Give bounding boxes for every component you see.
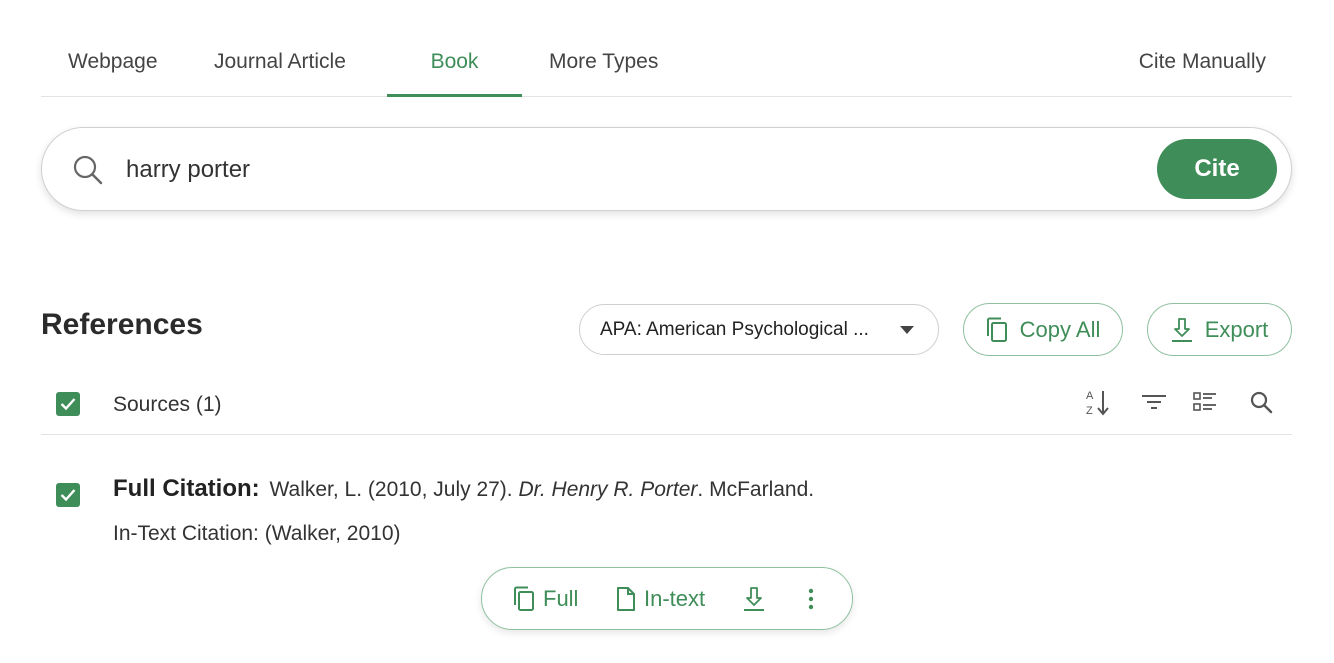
full-citation-prefix: Walker, L. (2010, July 27).	[263, 478, 519, 501]
citation-style-value: APA: American Psychological ...	[600, 318, 869, 340]
export-label: Export	[1204, 316, 1269, 342]
download-icon	[1171, 317, 1192, 342]
download-citation-button[interactable]	[743, 568, 765, 629]
full-citation-title: Dr. Henry R. Porter	[518, 478, 698, 501]
copy-icon	[514, 586, 534, 611]
full-citation-text: Full Citation: Walker, L. (2010, July 27…	[113, 475, 814, 503]
citation-checkbox[interactable]	[56, 483, 80, 507]
tab-webpage[interactable]: Webpage	[68, 28, 158, 96]
citation-style-select[interactable]: APA: American Psychological ...	[579, 304, 939, 355]
search-bar: Cite	[41, 127, 1292, 211]
tab-journal-article[interactable]: Journal Article	[214, 28, 346, 96]
full-citation-label: Full Citation:	[113, 475, 260, 502]
copy-all-button[interactable]: Copy All	[963, 303, 1123, 356]
in-text-citation: In-Text Citation: (Walker, 2010)	[113, 522, 401, 545]
tab-more-types[interactable]: More Types	[549, 28, 658, 96]
references-title: References	[41, 308, 203, 341]
copy-all-label: Copy All	[1019, 316, 1101, 342]
sort-az-icon[interactable]: A Z	[1084, 388, 1112, 416]
caret-down-icon	[900, 326, 914, 334]
export-button[interactable]: Export	[1147, 303, 1292, 356]
checkmark-icon	[60, 398, 76, 411]
citation-type-tabs: Webpage Journal Article Book More Types …	[41, 28, 1292, 97]
copy-intext-label: In-text	[644, 585, 706, 611]
select-all-checkbox[interactable]	[56, 392, 80, 416]
cite-button[interactable]: Cite	[1157, 139, 1277, 199]
checkmark-icon	[60, 489, 76, 502]
cite-manually-link[interactable]: Cite Manually	[1139, 28, 1266, 96]
filter-icon[interactable]	[1140, 388, 1168, 416]
more-vertical-icon	[808, 588, 814, 609]
copy-full-label: Full	[543, 585, 579, 611]
copy-intext-button[interactable]: In-text	[616, 568, 705, 629]
svg-text:A: A	[1086, 390, 1094, 402]
document-icon	[617, 586, 635, 611]
copy-icon	[986, 317, 1007, 342]
download-icon	[744, 586, 764, 611]
search-icon	[73, 155, 103, 185]
copy-full-button[interactable]: Full	[513, 568, 578, 629]
sources-header-row: Sources (1) A Z	[41, 380, 1292, 435]
svg-text:Z: Z	[1086, 405, 1093, 416]
more-options-button[interactable]	[807, 568, 815, 629]
full-citation-suffix: . McFarland.	[697, 478, 815, 501]
search-sources-icon[interactable]	[1247, 388, 1275, 416]
tab-book[interactable]: Book	[387, 28, 522, 97]
list-view-icon[interactable]	[1191, 388, 1219, 416]
sources-count-label: Sources (1)	[113, 393, 222, 416]
search-input[interactable]	[126, 150, 1126, 190]
citation-actions-pill: Full In-text	[481, 567, 853, 630]
